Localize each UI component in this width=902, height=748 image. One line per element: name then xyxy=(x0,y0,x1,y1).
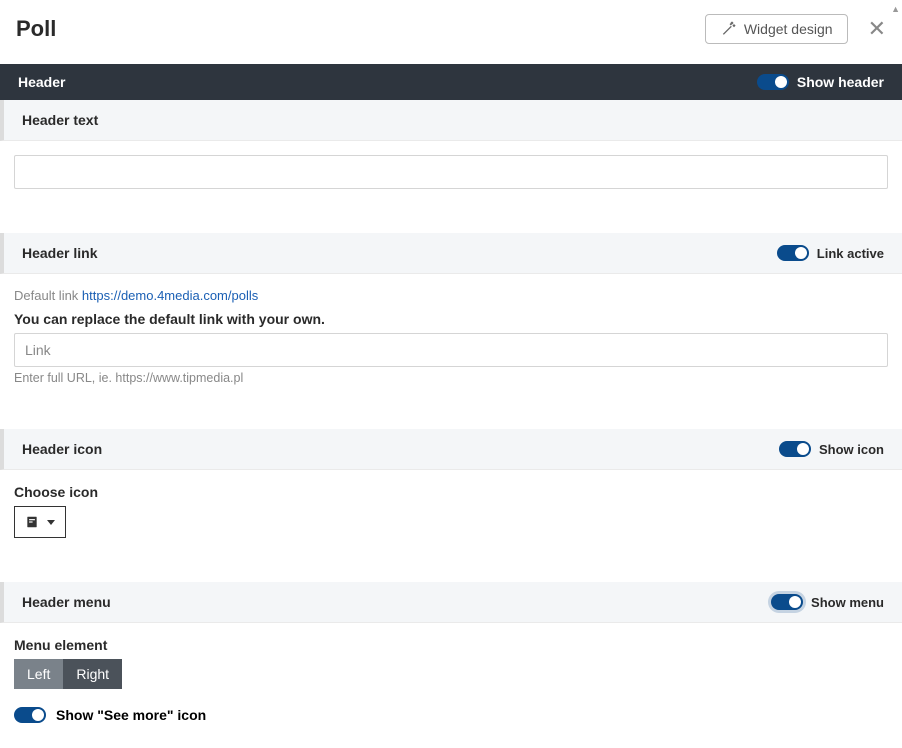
see-more-label: Show "See more" icon xyxy=(56,707,206,723)
show-header-toggle[interactable] xyxy=(757,74,789,90)
header-menu-section: Header menu Show menu xyxy=(0,582,902,623)
header-text-section: Header text xyxy=(0,100,902,141)
header-menu-title: Header menu xyxy=(22,594,111,610)
chevron-down-icon xyxy=(47,520,55,525)
page-title: Poll xyxy=(16,16,56,42)
wand-icon xyxy=(720,21,736,37)
scroll-up-arrow-icon: ▲ xyxy=(891,4,900,14)
icon-select-dropdown[interactable] xyxy=(14,506,66,538)
header-icon-title: Header icon xyxy=(22,441,102,457)
default-link-prefix: Default link xyxy=(14,288,82,303)
header-text-title: Header text xyxy=(22,112,98,128)
widget-design-button[interactable]: Widget design xyxy=(705,14,848,44)
topbar: Poll Widget design ✕ xyxy=(0,0,902,64)
show-header-label: Show header xyxy=(797,74,884,90)
default-link-line: Default link https://demo.4media.com/pol… xyxy=(14,288,888,311)
link-hint: Enter full URL, ie. https://www.tipmedia… xyxy=(14,371,888,385)
link-active-toggle[interactable] xyxy=(777,245,809,261)
show-icon-label: Show icon xyxy=(819,442,884,457)
show-menu-label: Show menu xyxy=(811,595,884,610)
link-input[interactable] xyxy=(14,333,888,367)
widget-design-label: Widget design xyxy=(744,21,833,37)
section-header-bar: Header Show header xyxy=(0,64,902,100)
show-icon-toggle[interactable] xyxy=(779,441,811,457)
header-icon-section: Header icon Show icon xyxy=(0,429,902,470)
close-icon[interactable]: ✕ xyxy=(868,18,886,40)
link-active-label: Link active xyxy=(817,246,884,261)
choose-icon-label: Choose icon xyxy=(14,484,888,500)
default-link-url[interactable]: https://demo.4media.com/polls xyxy=(82,288,258,303)
menu-element-label: Menu element xyxy=(14,637,888,653)
document-icon xyxy=(25,515,39,529)
menu-position-segmented: Left Right xyxy=(14,659,122,689)
header-link-title: Header link xyxy=(22,245,97,261)
header-section-title: Header xyxy=(18,74,65,90)
menu-left-button[interactable]: Left xyxy=(14,659,63,689)
header-link-section: Header link Link active xyxy=(0,233,902,274)
menu-right-button[interactable]: Right xyxy=(63,659,122,689)
see-more-toggle[interactable] xyxy=(14,707,46,723)
replace-link-label: You can replace the default link with yo… xyxy=(14,311,888,327)
show-menu-toggle[interactable] xyxy=(771,594,803,610)
header-text-input[interactable] xyxy=(14,155,888,189)
